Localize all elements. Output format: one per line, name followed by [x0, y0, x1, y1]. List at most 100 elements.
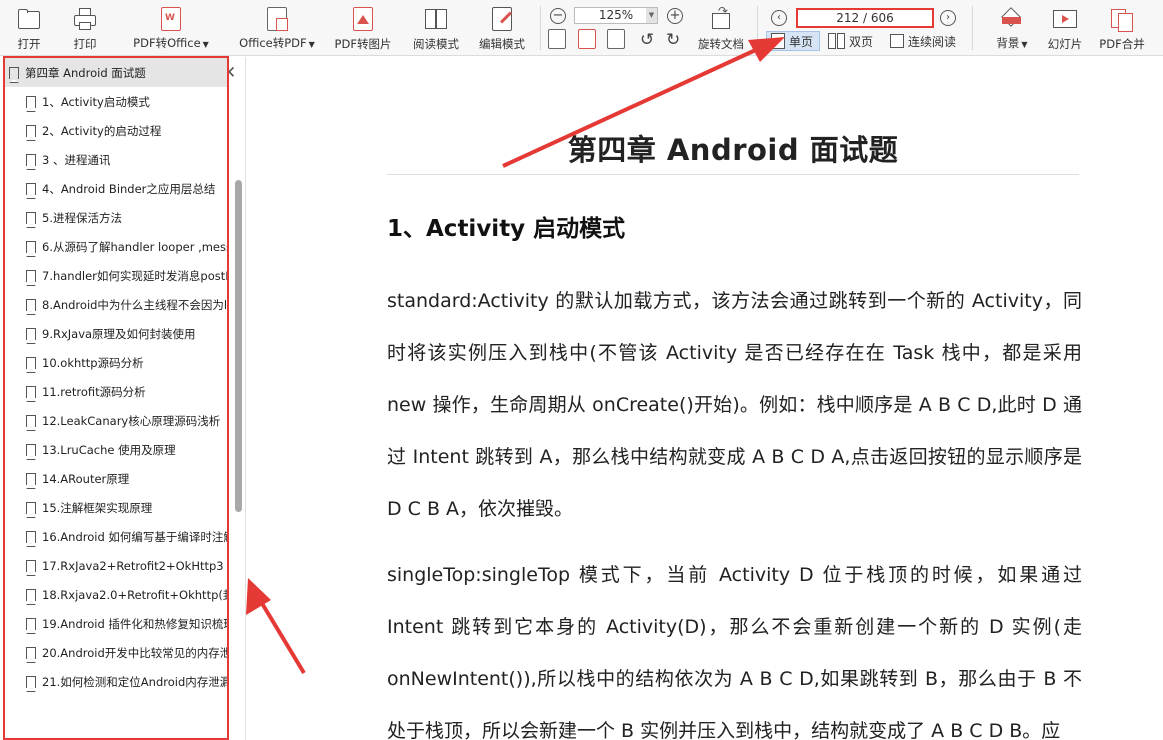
rotate-document-label: 旋转文档	[698, 37, 744, 51]
outline-item-label: 1、Activity启动模式	[42, 94, 150, 109]
outline-item[interactable]: 12.LeakCanary核心原理源码浅析	[5, 406, 227, 435]
bookmark-icon	[26, 298, 36, 315]
bookmark-icon	[26, 675, 36, 692]
actual-size-button[interactable]	[548, 29, 566, 49]
background-button[interactable]: 背景 ▼	[992, 4, 1032, 52]
bookmark-icon	[26, 414, 36, 431]
continuous-read-icon	[890, 34, 904, 48]
open-label: 打开	[17, 37, 41, 51]
title-divider	[387, 174, 1079, 175]
slideshow-button[interactable]: 幻灯片	[1044, 4, 1086, 52]
rotate-document-button[interactable]: ↷ 旋转文档	[694, 4, 748, 52]
outline-item[interactable]: 13.LruCache 使用及原理	[5, 435, 227, 464]
chevron-down-icon: ▼	[202, 40, 209, 49]
outline-item-label: 2、Activity的启动过程	[42, 123, 162, 138]
continuous-read-label: 连续阅读	[908, 34, 957, 49]
outline-item-label: 21.如何检测和定位Android内存泄漏	[42, 674, 227, 689]
chapter-title: 第四章 Android 面试题	[567, 133, 899, 167]
book-icon	[423, 6, 449, 32]
outline-item[interactable]: 4、Android Binder之应用层总结	[5, 174, 227, 203]
zoom-dropdown-icon[interactable]: ▼	[646, 8, 657, 23]
single-page-label: 单页	[789, 34, 814, 49]
outline-item[interactable]: 11.retrofit源码分析	[5, 377, 227, 406]
rotate-left-icon[interactable]: ↺	[640, 30, 654, 50]
bookmark-icon	[26, 588, 36, 605]
bookmark-icon	[26, 472, 36, 489]
rotate-doc-icon: ↷	[708, 4, 734, 32]
outline-item-label: 6.从源码了解handler looper ,messageQueue	[42, 239, 227, 254]
double-page-button[interactable]: 双页	[828, 31, 873, 51]
pdf-to-word-icon: W	[158, 6, 184, 31]
zoom-out-button[interactable]: −	[550, 8, 566, 24]
outline-item-label: 5.进程保活方法	[42, 210, 122, 225]
paragraph-singletop-mode: singleTop:singleTop 模式下，当前 Activity D 位于…	[387, 564, 1082, 740]
outline-item[interactable]: 8.Android中为什么主线程不会因为looper	[5, 290, 227, 319]
pdf-merge-label: PDF合并	[1099, 37, 1145, 51]
single-page-button[interactable]: 单页	[766, 31, 820, 51]
outline-item[interactable]: 7.handler如何实现延时发消息postDelayed	[5, 261, 227, 290]
open-button[interactable]: 打开	[12, 4, 46, 52]
double-page-icon	[828, 33, 836, 49]
chevron-down-icon: ▼	[1021, 40, 1028, 49]
fit-page-button[interactable]	[578, 29, 596, 49]
outline-item[interactable]: 10.okhttp源码分析	[5, 348, 227, 377]
paragraph-standard-mode: standard:Activity 的默认加载方式，该方法会通过跳转到一个新的 …	[387, 290, 1082, 520]
pdf-merge-button[interactable]: PDF合并	[1096, 4, 1148, 52]
outline-item[interactable]: 5.进程保活方法	[5, 203, 227, 232]
bookmark-icon	[26, 559, 36, 576]
outline-item-label: 20.Android开发中比较常见的内存泄漏	[42, 645, 227, 660]
read-mode-label: 阅读模式	[413, 37, 459, 51]
paint-bucket-icon	[999, 6, 1025, 31]
pdf-to-image-button[interactable]: PDF转图片	[330, 4, 396, 52]
outline-item[interactable]: 1、Activity启动模式	[5, 87, 227, 116]
toolbar-divider	[972, 6, 973, 50]
section-title: 1、Activity 启动模式	[387, 216, 626, 242]
page-number-input[interactable]: 212 / 606	[796, 8, 934, 28]
folder-icon	[16, 6, 42, 32]
zoom-in-button[interactable]: +	[667, 8, 683, 24]
edit-icon	[489, 6, 515, 32]
outline-item[interactable]: 21.如何检测和定位Android内存泄漏	[5, 667, 227, 696]
pdf-to-office-button[interactable]: W PDF转Office ▼	[128, 4, 214, 52]
outline-item-label: 10.okhttp源码分析	[42, 355, 144, 370]
outline-item-label: 7.handler如何实现延时发消息postDelayed	[42, 268, 227, 283]
outline-item-label: 9.RxJava原理及如何封装使用	[42, 326, 196, 341]
outline-item[interactable]: 20.Android开发中比较常见的内存泄漏	[5, 638, 227, 667]
outline-item-root[interactable]: 第四章 Android 面试题	[5, 58, 227, 87]
bookmark-icon	[26, 182, 36, 199]
outline-item[interactable]: 6.从源码了解handler looper ,messageQueue	[5, 232, 227, 261]
outline-item[interactable]: 19.Android 插件化和热修复知识梳理	[5, 609, 227, 638]
bookmark-icon	[26, 530, 36, 547]
single-page-icon	[771, 33, 785, 49]
slideshow-label: 幻灯片	[1047, 37, 1083, 51]
outline-item[interactable]: 3 、进程通讯	[5, 145, 227, 174]
office-to-pdf-button[interactable]: Office转PDF ▼	[234, 4, 320, 52]
rotate-right-icon[interactable]: ↻	[666, 30, 680, 50]
outline-item[interactable]: 14.ARouter原理	[5, 464, 227, 493]
printer-icon	[72, 6, 98, 32]
outline-item[interactable]: 2、Activity的启动过程	[5, 116, 227, 145]
outline-item-label: 13.LruCache 使用及原理	[42, 442, 176, 457]
bookmark-icon	[26, 501, 36, 518]
next-page-button[interactable]: ›	[940, 10, 956, 26]
print-button[interactable]: 打印	[68, 4, 102, 52]
outline-item-label: 16.Android 如何编写基于编译时注解	[42, 529, 227, 544]
outline-item[interactable]: 16.Android 如何编写基于编译时注解	[5, 522, 227, 551]
continuous-read-button[interactable]: 连续阅读	[890, 31, 956, 51]
outline-item[interactable]: 17.RxJava2+Retrofit2+OkHttp3	[5, 551, 227, 580]
bookmark-icon	[26, 385, 36, 402]
outline-item[interactable]: 18.Rxjava2.0+Retrofit+Okhttp(封装	[5, 580, 227, 609]
outline-item[interactable]: 15.注解框架实现原理	[5, 493, 227, 522]
outline-item-label: 11.retrofit源码分析	[42, 384, 146, 399]
fit-width-button[interactable]	[607, 29, 625, 49]
outline-item-label: 18.Rxjava2.0+Retrofit+Okhttp(封装	[42, 587, 227, 602]
bookmark-icon	[26, 153, 36, 170]
edit-mode-button[interactable]: 编辑模式	[474, 4, 530, 52]
print-label: 打印	[73, 37, 97, 51]
read-mode-button[interactable]: 阅读模式	[408, 4, 464, 52]
outline-item[interactable]: 9.RxJava原理及如何封装使用	[5, 319, 227, 348]
bookmark-icon	[26, 646, 36, 663]
sidebar-scrollbar[interactable]	[235, 180, 242, 512]
previous-page-button[interactable]: ‹	[771, 10, 787, 26]
bookmark-icon	[9, 66, 19, 83]
